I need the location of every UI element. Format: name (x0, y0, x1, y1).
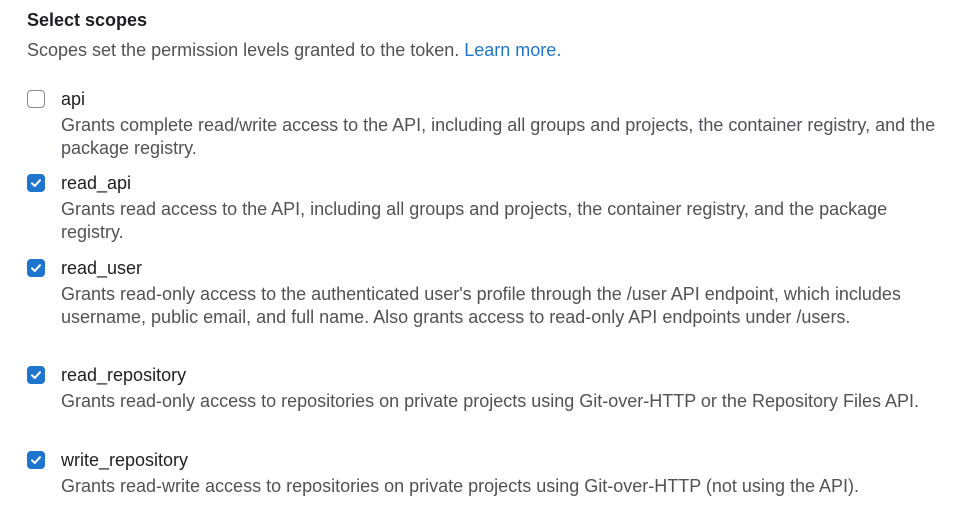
scope-description: Grants read-only access to the authentic… (61, 284, 901, 327)
checkmark-icon (31, 264, 41, 272)
scope-name[interactable]: api (61, 86, 85, 112)
scope-name[interactable]: read_repository (61, 362, 186, 388)
scope-name[interactable]: write_repository (61, 447, 188, 473)
checkmark-icon (31, 371, 41, 379)
scope-checkbox-read-user[interactable] (27, 259, 45, 277)
select-scopes-section: Select scopes Scopes set the permission … (0, 0, 975, 529)
section-description-text: Scopes set the permission levels granted… (27, 40, 460, 60)
scope-checkbox-read-repository[interactable] (27, 366, 45, 384)
scope-checkbox-read-api[interactable] (27, 174, 45, 192)
scope-description: Grants read-write access to repositories… (61, 476, 859, 496)
scope-checkbox-write-repository[interactable] (27, 451, 45, 469)
scope-description: Grants read access to the API, including… (61, 199, 888, 242)
checkmark-icon (31, 456, 41, 464)
section-title: Select scopes (27, 10, 148, 30)
checkmark-icon (31, 179, 41, 187)
scope-checkbox-api[interactable] (27, 90, 45, 108)
scope-description: Grants complete read/write access to the… (61, 115, 936, 158)
scope-name[interactable]: read_api (61, 170, 131, 196)
learn-more-link[interactable]: Learn more. (464, 40, 561, 60)
scope-description: Grants read-only access to repositories … (61, 391, 920, 411)
scope-name[interactable]: read_user (61, 255, 142, 281)
section-description: Scopes set the permission levels granted… (27, 38, 561, 62)
